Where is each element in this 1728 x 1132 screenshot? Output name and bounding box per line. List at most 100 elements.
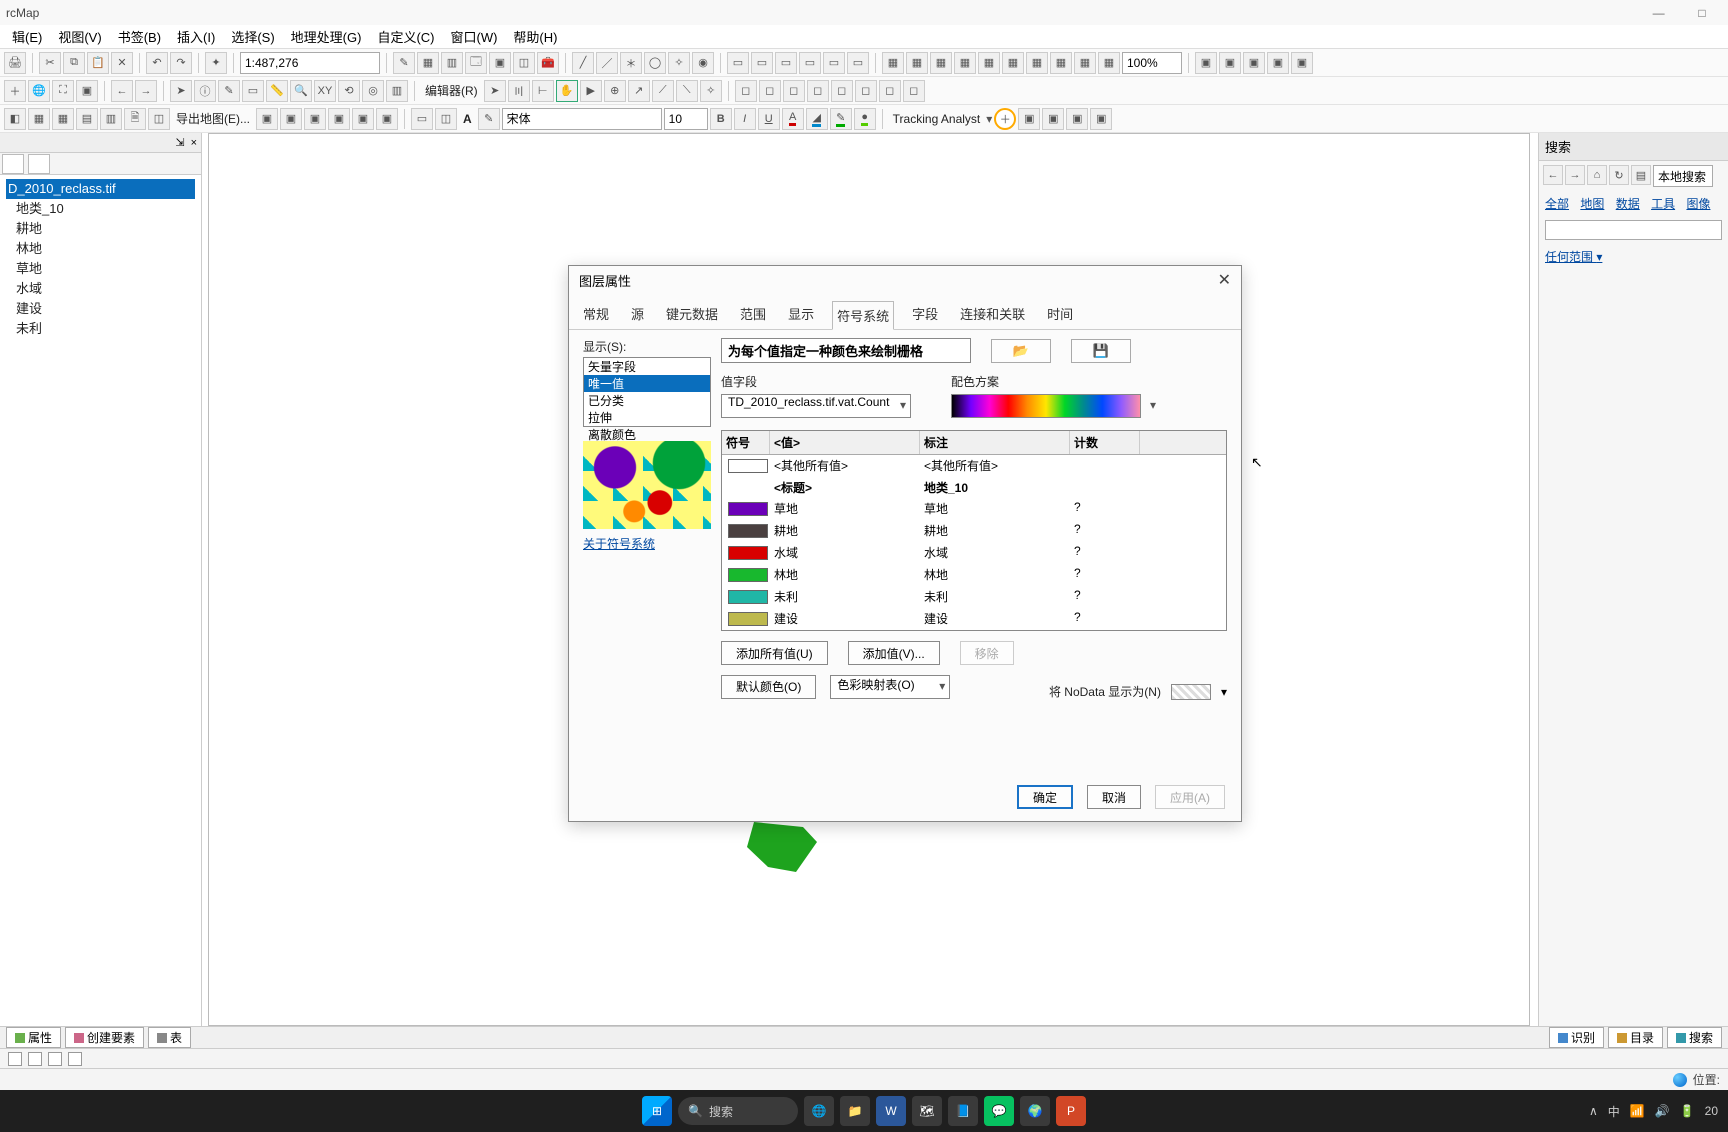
refresh-view-button[interactable] [48, 1052, 62, 1066]
menu-window[interactable]: 窗口(W) [442, 27, 505, 46]
tab-identify[interactable]: 识别 [1549, 1027, 1604, 1048]
map-canvas[interactable]: 图层属性 ✕ 常规 源 键元数据 范围 显示 符号系统 字段 连接和关联 时间 … [208, 133, 1530, 1026]
tool-icon[interactable]: ↗ [628, 80, 650, 102]
layer-node-selected[interactable]: D_2010_reclass.tif [6, 179, 195, 199]
toc-item[interactable]: 建设 [6, 299, 195, 319]
grid-icon[interactable]: ▦ [978, 52, 1000, 74]
filter-images[interactable]: 图像 [1686, 197, 1710, 211]
tool-icon[interactable]: ▤ [1631, 165, 1651, 185]
layout-icon[interactable]: ▣ [256, 108, 278, 130]
ok-button[interactable]: 确定 [1017, 785, 1073, 809]
color-swatch[interactable] [728, 612, 768, 626]
editor-tool-icon[interactable]: ✎ [393, 52, 415, 74]
home-icon[interactable]: ⌂ [1587, 165, 1607, 185]
open-button[interactable]: 📂 [991, 339, 1051, 363]
menu-customize[interactable]: 自定义(C) [369, 27, 442, 46]
tool-icon[interactable]: ✧ [700, 80, 722, 102]
menu-edit[interactable]: 辑(E) [4, 27, 50, 46]
select-icon[interactable]: ▣ [76, 80, 98, 102]
redo-icon[interactable]: ↷ [170, 52, 192, 74]
tool-icon[interactable]: ▣ [1090, 108, 1112, 130]
undo-icon[interactable]: ↶ [146, 52, 168, 74]
scale-input[interactable] [240, 52, 380, 74]
pin-icon[interactable]: ⇲ [175, 136, 184, 149]
bold-button[interactable]: B [710, 108, 732, 130]
back-icon[interactable]: ← [1543, 165, 1563, 185]
battery-icon[interactable]: 🔋 [1680, 1104, 1695, 1118]
close-icon[interactable]: ✕ [1218, 270, 1231, 290]
color-swatch[interactable] [728, 590, 768, 604]
tool-icon[interactable]: ⟋ [652, 80, 674, 102]
export-map-label[interactable]: 导出地图(E)... [172, 110, 254, 127]
color-ramp-dropdown[interactable] [951, 394, 1141, 418]
draw-icon[interactable]: ◉ [692, 52, 714, 74]
nodata-swatch[interactable] [1171, 684, 1211, 700]
layout-icon[interactable]: ▣ [304, 108, 326, 130]
tool-icon[interactable]: ◻ [759, 80, 781, 102]
tray-expand-icon[interactable]: ∧ [1589, 1104, 1598, 1118]
grid-row[interactable]: 建设建设? [722, 608, 1226, 630]
copy-icon[interactable]: ⧉ [63, 52, 85, 74]
taskbar-app-arcmap[interactable]: 🌍 [1020, 1096, 1050, 1126]
tab-joins[interactable]: 连接和关联 [956, 300, 1029, 329]
filter-tools[interactable]: 工具 [1651, 197, 1675, 211]
wifi-icon[interactable]: 📶 [1630, 1104, 1645, 1118]
maximize-button[interactable]: □ [1682, 6, 1722, 20]
data-view-button[interactable] [8, 1052, 22, 1066]
minimize-button[interactable]: — [1639, 6, 1679, 20]
tab-extent[interactable]: 范围 [736, 300, 770, 329]
tool-icon[interactable]: ✎ [478, 108, 500, 130]
xy-icon[interactable]: XY [314, 80, 336, 102]
underline-button[interactable]: U [758, 108, 780, 130]
color-swatch[interactable] [728, 502, 768, 516]
menu-help[interactable]: 帮助(H) [505, 27, 565, 46]
system-tray[interactable]: ∧ 中 📶 🔊 🔋 20 [1589, 1103, 1718, 1120]
tab-properties[interactable]: 属性 [6, 1027, 61, 1048]
tool-icon[interactable]: ▭ [242, 80, 264, 102]
measure-icon[interactable]: 📏 [266, 80, 288, 102]
draw-icon[interactable]: ◯ [644, 52, 666, 74]
layout-icon[interactable]: ▣ [1195, 52, 1217, 74]
tool-icon[interactable]: ⟍ [676, 80, 698, 102]
tool-icon[interactable]: ▶ [580, 80, 602, 102]
taskbar-app[interactable]: 🗺 [912, 1096, 942, 1126]
clock[interactable]: 20 [1705, 1104, 1718, 1118]
grid-icon[interactable]: ▦ [1002, 52, 1024, 74]
grid-icon[interactable]: ▦ [1050, 52, 1072, 74]
add-all-values-button[interactable]: 添加所有值(U) [721, 641, 828, 665]
dropdown-arrow-icon[interactable]: ▾ [1221, 685, 1227, 699]
grid-icon[interactable]: ▦ [1098, 52, 1120, 74]
toc-item[interactable]: 水域 [6, 279, 195, 299]
ime-indicator[interactable]: 中 [1608, 1103, 1620, 1120]
layout-icon[interactable]: ▣ [280, 108, 302, 130]
forward-icon[interactable]: → [135, 80, 157, 102]
menu-select[interactable]: 选择(S) [223, 27, 282, 46]
tab-general[interactable]: 常规 [579, 300, 613, 329]
method-listbox[interactable]: 矢量字段 唯一值 已分类 拉伸 离散颜色 [583, 357, 711, 427]
info-icon[interactable]: ⓘ [194, 80, 216, 102]
color-swatch[interactable] [728, 524, 768, 538]
draw-icon[interactable]: ▭ [775, 52, 797, 74]
menu-insert[interactable]: 插入(I) [169, 27, 223, 46]
value-grid[interactable]: 符号 <值> 标注 计数 <其他所有值><其他所有值><标题>地类_10草地草地… [721, 430, 1227, 631]
layout-icon[interactable]: 🗎 [124, 108, 146, 130]
grid-icon[interactable]: ▦ [882, 52, 904, 74]
print-icon[interactable]: 🖨 [4, 52, 26, 74]
taskbar-app-explorer[interactable]: 📁 [840, 1096, 870, 1126]
font-size-select[interactable] [664, 108, 708, 130]
taskbar-app-word[interactable]: W [876, 1096, 906, 1126]
grid-row[interactable]: 耕地耕地? [722, 520, 1226, 542]
layout-icon[interactable]: ◫ [148, 108, 170, 130]
pointer-icon[interactable]: ➤ [170, 80, 192, 102]
layout-icon[interactable]: ▣ [1291, 52, 1313, 74]
filter-data[interactable]: 数据 [1616, 197, 1640, 211]
volume-icon[interactable]: 🔊 [1655, 1104, 1670, 1118]
cancel-button[interactable]: 取消 [1087, 785, 1141, 809]
toolbox-icon[interactable]: 🧰 [537, 52, 559, 74]
forward-icon[interactable]: → [1565, 165, 1585, 185]
paste-icon[interactable]: 📋 [87, 52, 109, 74]
tool-icon[interactable]: ⟲ [338, 80, 360, 102]
tool-icon[interactable]: ⊕ [604, 80, 626, 102]
grid-row[interactable]: 草地草地? [722, 498, 1226, 520]
line-color-icon[interactable]: ✎ [830, 108, 852, 130]
